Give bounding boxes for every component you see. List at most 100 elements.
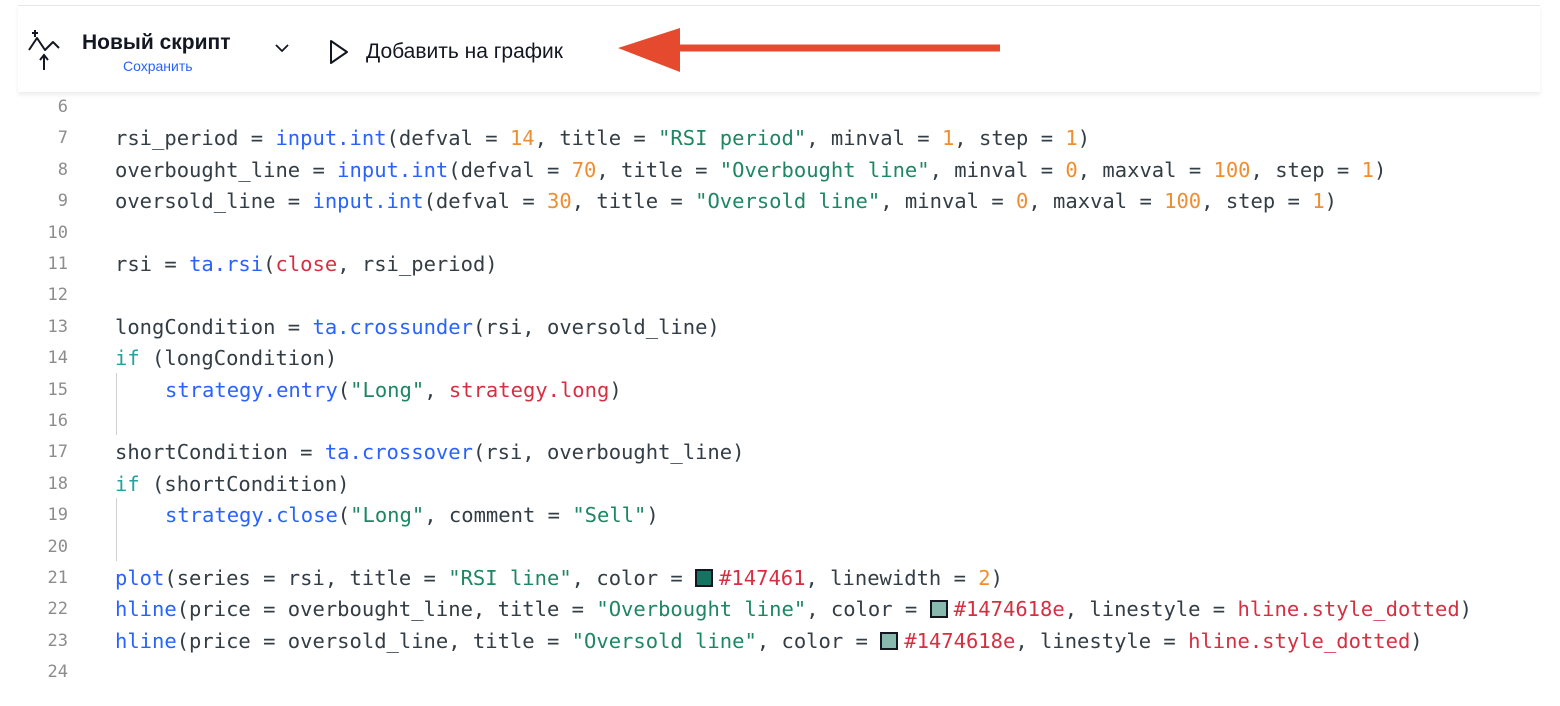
code-token: rsi =: [115, 252, 190, 276]
code-token: (: [263, 252, 276, 276]
indent-guide: [116, 498, 117, 561]
line-number: 22: [47, 599, 68, 620]
code-token: 1: [1312, 189, 1325, 214]
code-text: strategy.entry("Long", strategy.long): [165, 375, 622, 406]
code-token: "Oversold line": [695, 189, 881, 214]
code-token: , color =: [756, 628, 881, 653]
code-token: 1: [941, 126, 955, 151]
code-token: hline: [115, 597, 177, 622]
code-token: , minval =: [806, 126, 942, 151]
code-token: ,: [424, 377, 449, 402]
line-number: 19: [47, 505, 68, 526]
code-token: "Overbought line": [596, 597, 807, 622]
line-number: 20: [47, 536, 68, 557]
code-token: rsi_period =: [115, 126, 276, 151]
line-number: 12: [47, 285, 68, 306]
code-token: , title =: [596, 157, 720, 182]
code-text: if (shortCondition): [115, 469, 350, 500]
line-number: 7: [57, 128, 68, 149]
code-token: longCondition =: [115, 314, 313, 339]
code-token: ): [1459, 597, 1473, 622]
code-token: "Overbought line": [719, 157, 930, 182]
code-token: ): [1410, 628, 1423, 653]
code-token: strategy.long: [448, 377, 610, 402]
line-number: 11: [47, 254, 68, 274]
code-token: "RSI line": [448, 566, 572, 590]
code-text: hline(price = overbought_line, title = "…: [115, 594, 1472, 625]
line-number: 6: [57, 97, 68, 117]
code-token: (longCondition): [139, 346, 338, 371]
indent-guide: [116, 372, 117, 436]
chevron-down-icon[interactable]: [274, 42, 290, 54]
code-token: plot: [115, 566, 165, 590]
code-text: strategy.close("Long", comment = "Sell"): [165, 500, 659, 531]
code-token: 1: [1065, 126, 1078, 151]
code-token: 14: [509, 126, 535, 151]
code-token: hline.style_dotted: [1188, 628, 1411, 653]
code-token: #1474618e: [953, 597, 1065, 622]
line-number: 8: [57, 159, 68, 180]
code-token: 2: [978, 566, 991, 590]
line-number: 18: [47, 473, 68, 494]
code-token: , rsi_period): [337, 252, 498, 276]
script-title[interactable]: Новый скрипт: [82, 31, 230, 55]
code-editor[interactable]: 6 7 rsi_period = input.int(defval = 14, ti…: [18, 92, 1540, 692]
code-token: ): [1373, 157, 1387, 182]
line-number: 10: [47, 222, 68, 243]
code-token: 1: [1361, 157, 1374, 182]
code-token: 0: [1065, 157, 1078, 182]
line-number: 23: [47, 630, 68, 651]
code-token: "Long": [350, 503, 425, 528]
code-token: , step =: [1250, 157, 1362, 182]
code-token: (price = overbought_line, title =: [176, 597, 597, 622]
color-swatch[interactable]: [880, 631, 899, 650]
code-token: (: [337, 503, 351, 528]
code-token: ): [1077, 126, 1091, 151]
code-token: "Sell": [572, 503, 647, 528]
save-link[interactable]: Сохранить: [123, 58, 193, 74]
code-token: , color =: [571, 566, 696, 590]
code-token: ta.crossunder: [312, 314, 473, 339]
code-token: (defval =: [448, 157, 572, 182]
code-token: hline.style_dotted: [1237, 597, 1460, 622]
code-token: ta.crossover: [324, 440, 473, 465]
code-token: , color =: [806, 597, 930, 622]
color-swatch[interactable]: [929, 600, 948, 619]
code-text: oversold_line = input.int(defval = 30, t…: [115, 186, 1337, 217]
code-text: rsi = ta.rsi(close, rsi_period): [115, 249, 498, 280]
code-token: ta.rsi: [189, 252, 264, 276]
line-number: 17: [47, 442, 68, 463]
code-token: , linewidth =: [805, 566, 979, 590]
code-text: if (longCondition): [115, 343, 337, 374]
script-icon[interactable]: [27, 28, 61, 72]
code-token: 100: [1164, 189, 1202, 214]
code-text: overbought_line = input.int(defval = 70,…: [115, 155, 1386, 186]
play-icon: [330, 40, 348, 64]
code-token: strategy.entry: [165, 377, 338, 402]
code-token: , title =: [571, 189, 696, 214]
code-token: ): [990, 566, 1003, 590]
code-text: hline(price = oversold_line, title = "Ov…: [115, 626, 1423, 657]
line-number: 15: [47, 379, 68, 400]
code-token: , maxval =: [1077, 157, 1214, 182]
code-token: (rsi, oversold_line): [472, 314, 720, 339]
line-number: 16: [47, 411, 68, 431]
code-token: , maxval =: [1028, 189, 1165, 214]
code-token: input.int: [312, 189, 424, 214]
color-swatch[interactable]: [695, 569, 714, 587]
annotation-arrow: [618, 28, 1000, 72]
code-token: , minval =: [929, 157, 1066, 182]
code-token: , title =: [534, 126, 659, 151]
code-token: 70: [571, 157, 597, 182]
code-text: plot(series = rsi, title = "RSI line", c…: [115, 563, 1003, 594]
code-token: 0: [1016, 189, 1029, 214]
code-token: (rsi, overbought_line): [472, 440, 745, 465]
add-to-chart-button[interactable]: Добавить на график: [328, 36, 563, 68]
code-token: (: [337, 377, 351, 402]
code-token: , step =: [954, 126, 1066, 151]
code-token: (defval =: [386, 126, 510, 151]
code-token: input.int: [275, 126, 387, 151]
code-token: , minval =: [880, 189, 1017, 214]
code-token: (series = rsi, title =: [164, 566, 449, 590]
code-token: , linestyle =: [1064, 597, 1238, 622]
